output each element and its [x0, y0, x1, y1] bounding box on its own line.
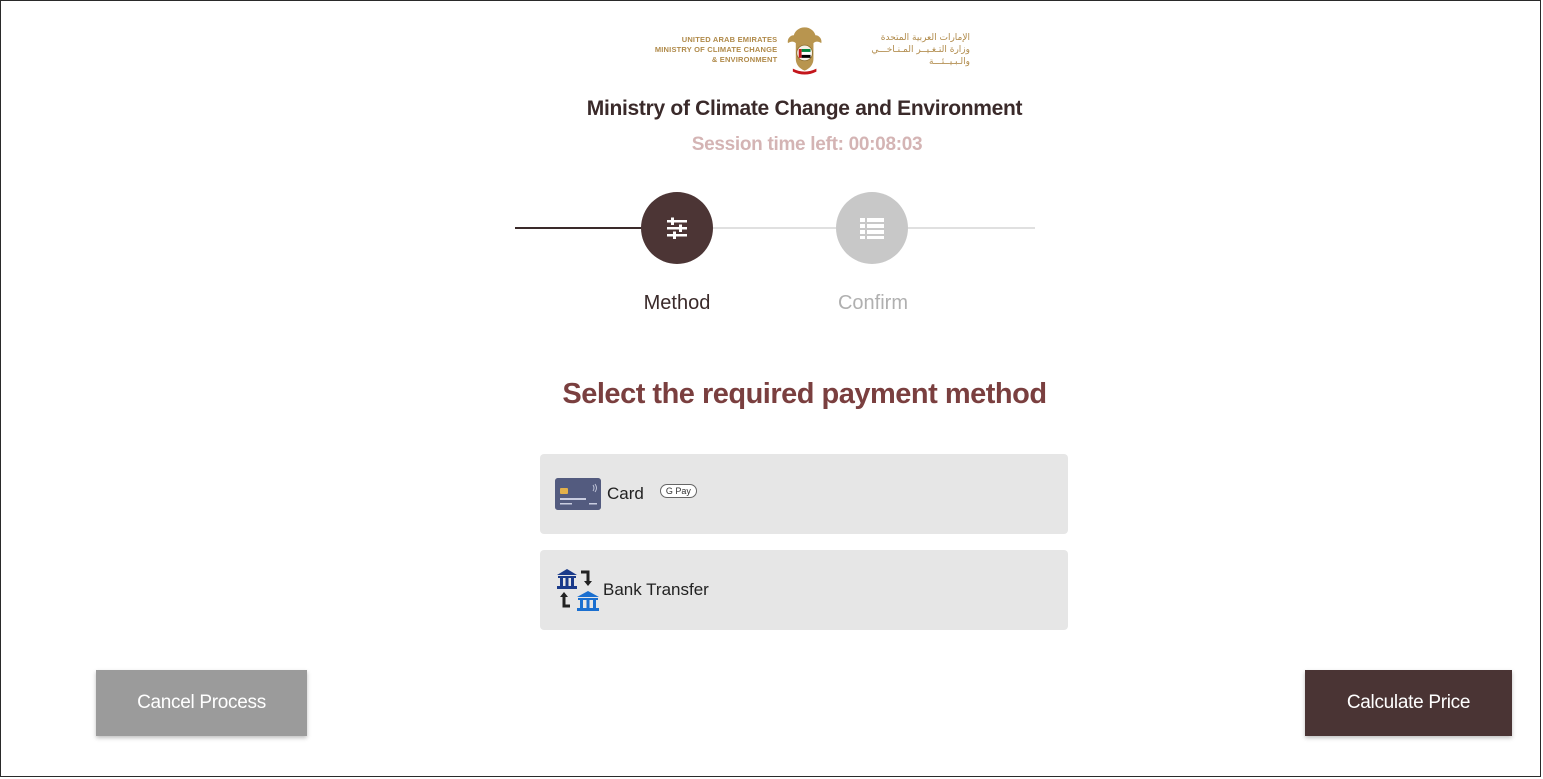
logo-arabic-text: الإمارات العربية المتحدة وزارة التـغـيــ… — [871, 33, 970, 67]
bank-transfer-label: Bank Transfer — [603, 580, 709, 599]
uae-emblem-icon — [788, 27, 822, 75]
section-title: Select the required payment method — [562, 378, 1047, 410]
logo-english-text: UNITED ARAB EMIRATES MINISTRY OF CLIMATE… — [654, 35, 778, 64]
google-pay-badge: G Pay — [659, 484, 697, 498]
calculate-price-button[interactable]: Calculate Price — [1305, 670, 1512, 736]
session-time-value: 00:08:03 — [848, 134, 923, 155]
step-confirm[interactable] — [836, 192, 908, 264]
cancel-process-button[interactable]: Cancel Process — [96, 670, 307, 736]
session-label: Session time left: — [691, 134, 844, 155]
step-method[interactable] — [641, 192, 713, 264]
step-label-confirm: Confirm — [837, 292, 908, 314]
step-label-method: Method — [643, 292, 711, 314]
sliders-icon — [667, 217, 687, 239]
payment-option-bank-transfer[interactable]: Bank Transfer — [540, 550, 1068, 630]
list-icon — [860, 218, 884, 239]
ministry-logo: UNITED ARAB EMIRATES MINISTRY OF CLIMATE… — [640, 22, 970, 78]
session-timer: Session time left: 00:08:03 — [0, 134, 1543, 156]
page-title: Ministry of Climate Change and Environme… — [586, 97, 1023, 120]
payment-option-card[interactable]: Card G Pay — [540, 454, 1068, 534]
credit-card-icon — [555, 478, 601, 510]
bank-transfer-icon — [557, 569, 599, 611]
card-label: Card — [607, 484, 644, 503]
